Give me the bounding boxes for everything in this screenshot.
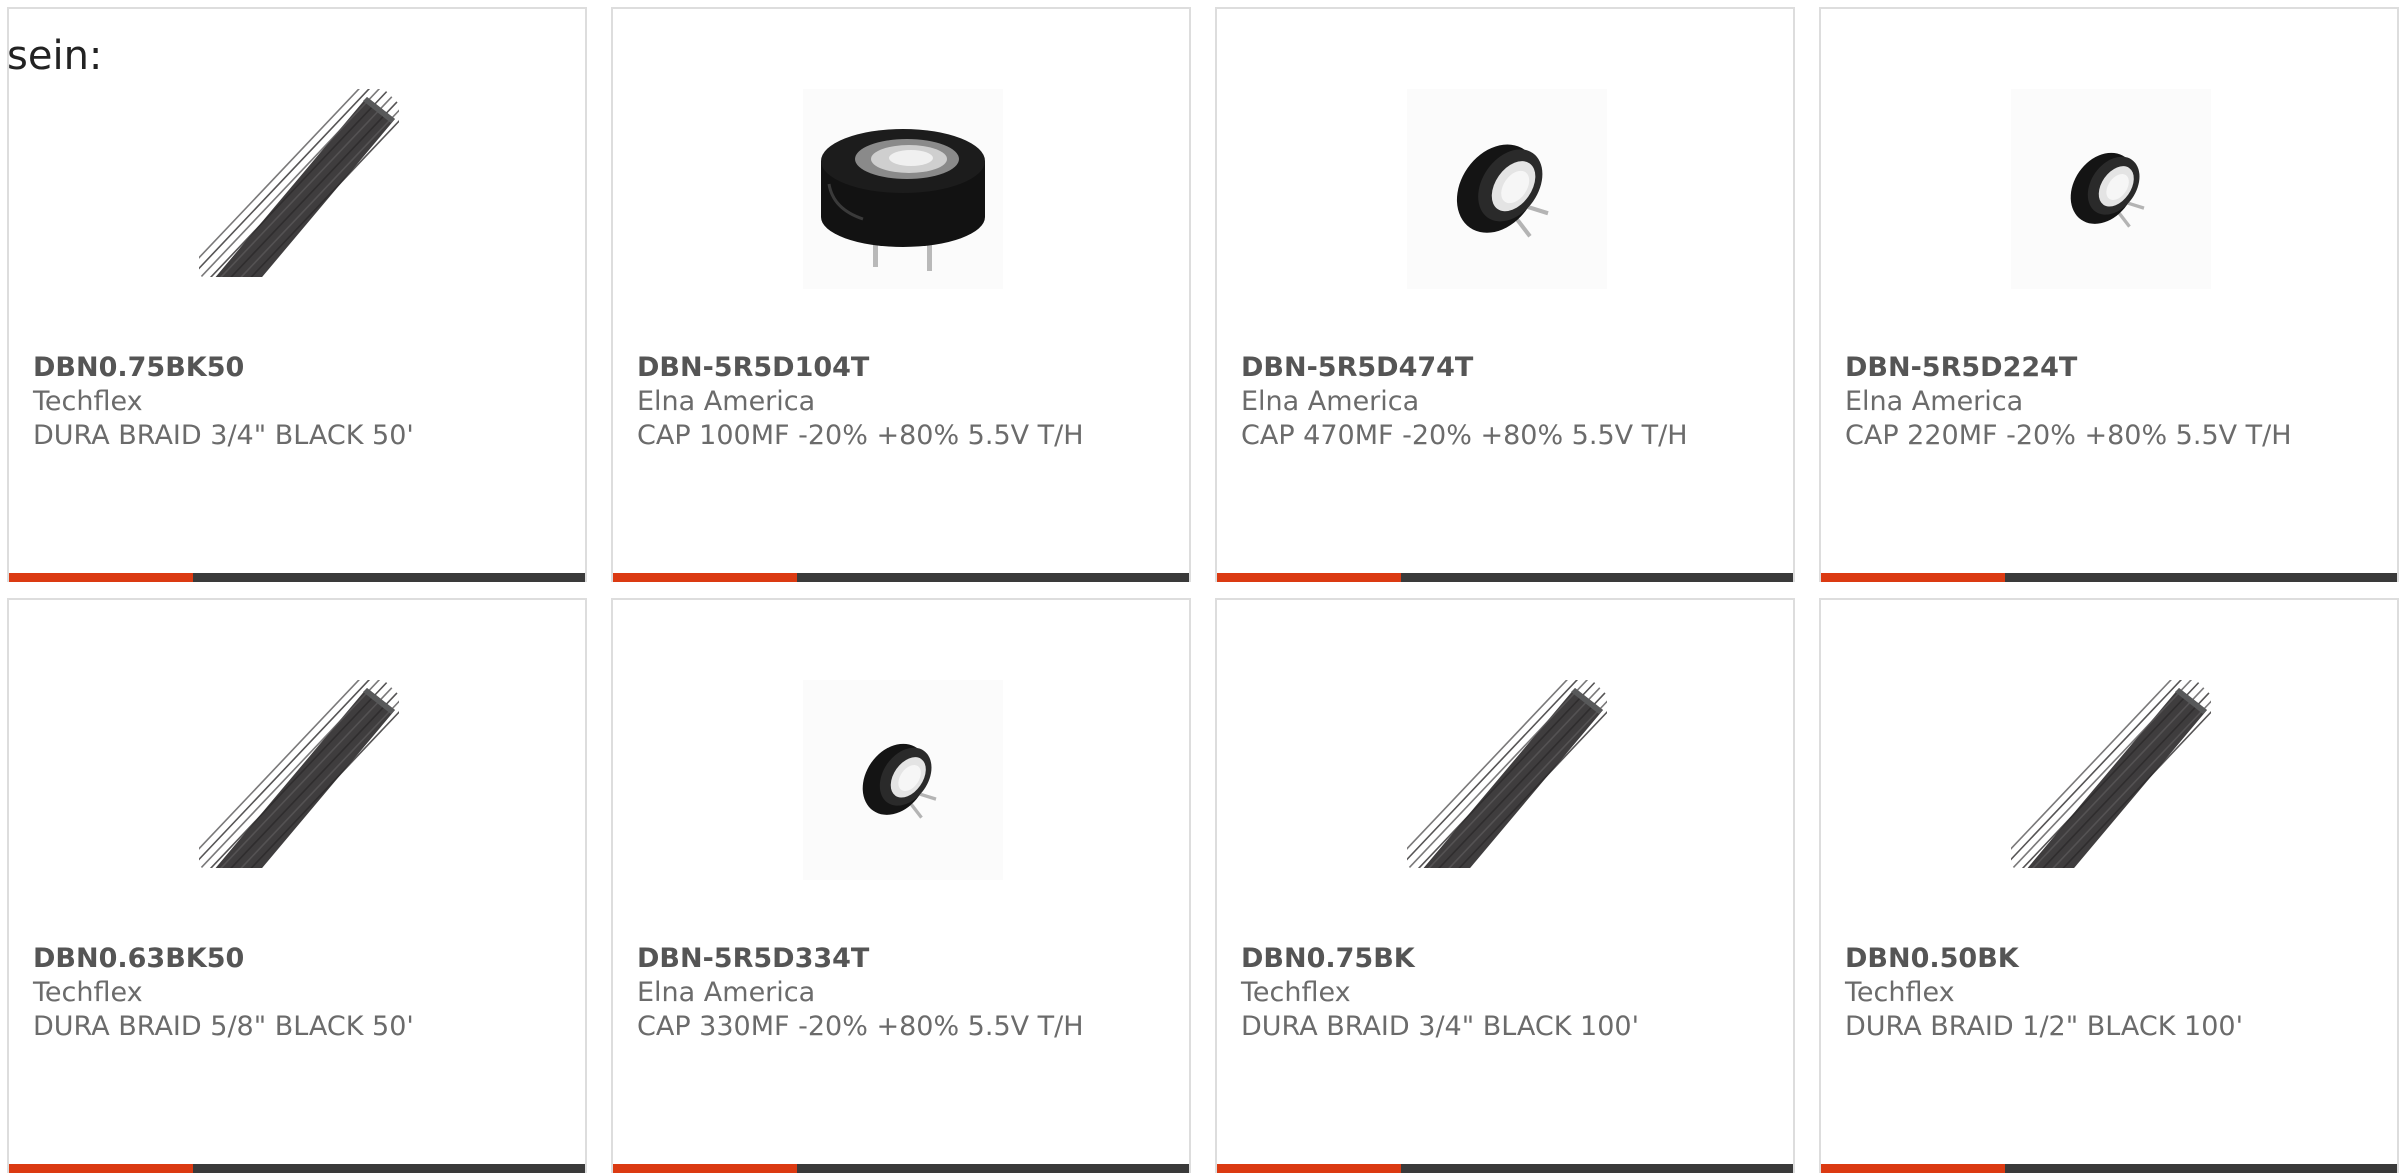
product-image[interactable]	[2011, 680, 2211, 880]
part-number[interactable]: DBN-5R5D224T	[1845, 351, 2381, 385]
supercapacitor-icon	[2011, 89, 2211, 289]
progress-bar-fill	[613, 1164, 798, 1173]
part-number[interactable]: DBN0.75BK50	[33, 351, 569, 385]
progress-bar	[1821, 1164, 2397, 1173]
product-image[interactable]	[1407, 680, 1607, 880]
description: DURA BRAID 1/2" BLACK 100'	[1845, 1011, 2243, 1042]
progress-bar-fill	[613, 573, 798, 582]
progress-bar	[9, 573, 585, 582]
supercapacitor-icon	[803, 680, 1003, 880]
progress-bar-fill	[1821, 1164, 2006, 1173]
description: CAP 330MF -20% +80% 5.5V T/H	[637, 1011, 1084, 1042]
product-image[interactable]	[199, 89, 399, 289]
manufacturer: Elna America	[637, 977, 816, 1008]
manufacturer: Techflex	[1845, 977, 1955, 1008]
product-card[interactable]: DBN0.50BK Techflex DURA BRAID 1/2" BLACK…	[1819, 598, 2399, 1173]
progress-bar-fill	[1821, 573, 2006, 582]
manufacturer: Elna America	[637, 386, 816, 417]
progress-bar	[613, 1164, 1189, 1173]
description: DURA BRAID 3/4" BLACK 50'	[33, 420, 414, 451]
product-image[interactable]	[1407, 89, 1607, 289]
supercapacitor-icon	[1407, 89, 1607, 289]
manufacturer: Techflex	[33, 977, 143, 1008]
product-image[interactable]	[803, 680, 1003, 880]
progress-bar	[1821, 573, 2397, 582]
progress-bar	[1217, 573, 1793, 582]
progress-bar-fill	[1217, 1164, 1402, 1173]
manufacturer: Techflex	[1241, 977, 1351, 1008]
product-card[interactable]: DBN-5R5D104T Elna America CAP 100MF -20%…	[611, 7, 1191, 582]
part-number[interactable]: DBN0.50BK	[1845, 942, 2381, 976]
product-card[interactable]: DBN-5R5D224T Elna America CAP 220MF -20%…	[1819, 7, 2399, 582]
progress-bar	[613, 573, 1189, 582]
product-image[interactable]	[199, 680, 399, 880]
black-braided-sleeve-icon	[199, 89, 399, 277]
product-card[interactable]: DBN0.75BK Techflex DURA BRAID 3/4" BLACK…	[1215, 598, 1795, 1173]
supercapacitor-icon	[803, 89, 1003, 289]
product-card[interactable]: DBN0.75BK50 Techflex DURA BRAID 3/4" BLA…	[7, 7, 587, 582]
black-braided-sleeve-icon	[199, 680, 399, 868]
black-braided-sleeve-icon	[1407, 680, 1607, 868]
product-card[interactable]: DBN-5R5D334T Elna America CAP 330MF -20%…	[611, 598, 1191, 1173]
intro-text: sein:	[7, 33, 103, 79]
product-card[interactable]: DBN0.63BK50 Techflex DURA BRAID 5/8" BLA…	[7, 598, 587, 1173]
part-number[interactable]: DBN-5R5D334T	[637, 942, 1173, 976]
manufacturer: Techflex	[33, 386, 143, 417]
progress-bar	[9, 1164, 585, 1173]
description: CAP 470MF -20% +80% 5.5V T/H	[1241, 420, 1688, 451]
product-image[interactable]	[803, 89, 1003, 289]
progress-bar-fill	[9, 1164, 194, 1173]
black-braided-sleeve-icon	[2011, 680, 2211, 868]
description: DURA BRAID 3/4" BLACK 100'	[1241, 1011, 1639, 1042]
manufacturer: Elna America	[1241, 386, 1420, 417]
progress-bar-fill	[9, 573, 194, 582]
product-image[interactable]	[2011, 89, 2211, 289]
description: CAP 100MF -20% +80% 5.5V T/H	[637, 420, 1084, 451]
manufacturer: Elna America	[1845, 386, 2024, 417]
progress-bar-fill	[1217, 573, 1402, 582]
part-number[interactable]: DBN-5R5D104T	[637, 351, 1173, 385]
part-number[interactable]: DBN-5R5D474T	[1241, 351, 1777, 385]
description: CAP 220MF -20% +80% 5.5V T/H	[1845, 420, 2292, 451]
progress-bar	[1217, 1164, 1793, 1173]
product-card[interactable]: DBN-5R5D474T Elna America CAP 470MF -20%…	[1215, 7, 1795, 582]
description: DURA BRAID 5/8" BLACK 50'	[33, 1011, 414, 1042]
part-number[interactable]: DBN0.63BK50	[33, 942, 569, 976]
part-number[interactable]: DBN0.75BK	[1241, 942, 1777, 976]
